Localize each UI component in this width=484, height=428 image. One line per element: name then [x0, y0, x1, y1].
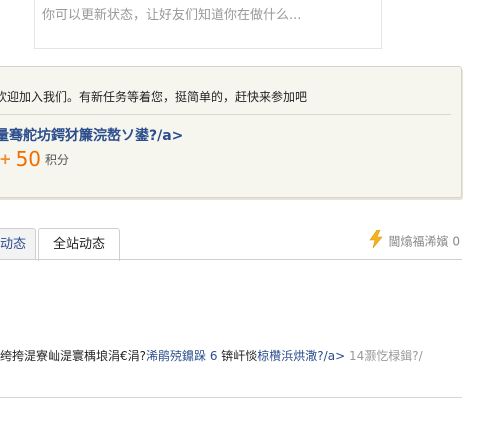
feed-time: 14灏忔椂鍓?/: [345, 349, 423, 363]
feed-lead-text: 绔挎湜寮屾湜寰楀埌涓€涓?: [0, 349, 147, 363]
lightning-icon: [368, 229, 383, 254]
tab-friends-feed[interactable]: 动态: [0, 228, 36, 260]
feed-count-text: 閫熻福浠嬪 0: [388, 234, 460, 249]
status-placeholder: 你可以更新状态，让好友们知道你在做什么...: [42, 8, 302, 23]
tab-all-feed[interactable]: 全站动态: [38, 228, 120, 261]
feed-target-link[interactable]: 椋欑浜烘潵?/a>: [257, 349, 345, 363]
feed-divider: [0, 397, 462, 398]
status-input-box[interactable]: 你可以更新状态，让好友们知道你在做什么...: [34, 0, 382, 49]
task-divider: [0, 114, 451, 115]
task-welcome-text: 欢迎加入我们。有新任务等着您，挺简单的，赶快来参加吧: [0, 90, 308, 104]
task-panel: 欢迎加入我们。有新任务等着您，挺简单的，赶快来参加吧 量骞舵坊鍔犲簾浣嶅ソ鍙?/…: [0, 66, 462, 198]
reward-value: 50: [15, 147, 42, 171]
feed-item: 绔挎湜寮屾湜寰楀埌涓€涓?浠鹃殑鐤跺 6 锛屽惔椋欑浜烘潵?/a> 14灏忔椂鍓…: [0, 347, 423, 364]
reward-plus-sign: +: [0, 150, 12, 168]
feed-count[interactable]: 閫熻福浠嬪 0: [368, 229, 460, 250]
feed-user-link[interactable]: 浠鹃殑鐤跺 6: [146, 349, 217, 363]
task-link[interactable]: 量骞舵坊鍔犲簾浣嶅ソ鍙?/a>: [0, 125, 183, 145]
reward-unit: 积分: [45, 152, 70, 167]
tab-baseline: [0, 259, 462, 260]
feed-mid-text: 锛屽惔: [217, 349, 258, 363]
task-reward: +50 积分: [0, 147, 69, 175]
